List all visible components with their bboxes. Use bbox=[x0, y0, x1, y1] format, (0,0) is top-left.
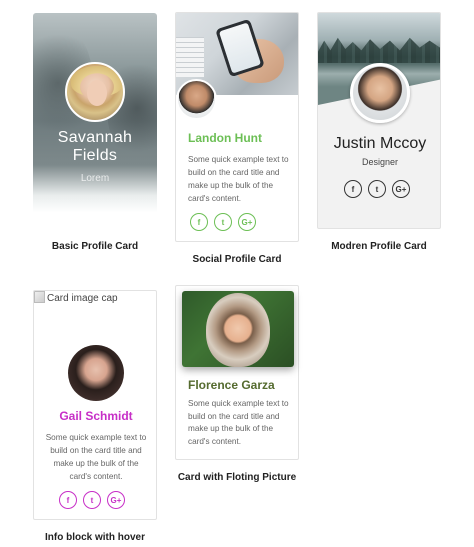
avatar bbox=[350, 63, 410, 123]
twitter-icon[interactable]: t bbox=[83, 491, 101, 509]
social-icons: f t G+ bbox=[59, 491, 125, 509]
facebook-icon[interactable]: f bbox=[344, 180, 362, 198]
social-icons: f t G+ bbox=[344, 180, 410, 198]
caption-modern-profile-card: Modren Profile Card bbox=[331, 241, 427, 252]
twitter-icon[interactable]: t bbox=[368, 180, 386, 198]
facebook-icon[interactable]: f bbox=[190, 213, 208, 231]
profile-name-line1: Savannah bbox=[57, 129, 133, 146]
modern-profile-card[interactable]: Justin Mccoy Designer f t G+ bbox=[317, 12, 441, 229]
phone-image bbox=[215, 18, 265, 78]
twitter-icon[interactable]: t bbox=[214, 213, 232, 231]
google-plus-icon[interactable]: G+ bbox=[238, 213, 256, 231]
social-icons: f t G+ bbox=[190, 213, 256, 231]
broken-image-icon bbox=[34, 291, 45, 303]
keyboard-image bbox=[176, 37, 204, 77]
caption-social-profile-card: Social Profile Card bbox=[192, 254, 282, 265]
profile-name: Savannah Fields bbox=[33, 129, 157, 165]
avatar-face bbox=[87, 80, 107, 106]
card-text: Some quick example text to build on the … bbox=[188, 399, 289, 446]
avatar bbox=[65, 62, 125, 122]
avatar bbox=[68, 345, 124, 401]
broken-image-alt: Card image cap bbox=[47, 293, 118, 304]
profile-cards-page: Savannah Fields Lorem Basic Profile Card… bbox=[0, 0, 474, 547]
floating-image bbox=[182, 291, 294, 367]
profile-role: Designer bbox=[361, 157, 399, 167]
profile-name: Gail Schmidt bbox=[59, 409, 133, 423]
info-block-card[interactable]: Card image cap Gail Schmidt Some quick e… bbox=[33, 290, 157, 520]
forest-image bbox=[318, 37, 440, 63]
caption-floating-picture-card: Card with Floting Picture bbox=[177, 472, 297, 483]
avatar bbox=[176, 79, 217, 120]
profile-name-line2: Fields bbox=[72, 147, 118, 164]
google-plus-icon[interactable]: G+ bbox=[392, 180, 410, 198]
caption-basic-profile-card: Basic Profile Card bbox=[51, 241, 139, 252]
facebook-icon[interactable]: f bbox=[59, 491, 77, 509]
profile-name: Justin Mccoy bbox=[333, 135, 427, 152]
profile-name: Florence Garza bbox=[188, 378, 275, 392]
google-plus-icon[interactable]: G+ bbox=[107, 491, 125, 509]
card-text: Some quick example text to build on the … bbox=[188, 155, 289, 203]
card-text: Some quick example text to build on the … bbox=[45, 433, 147, 481]
social-profile-card[interactable]: Landon Hunt Some quick example text to b… bbox=[175, 12, 299, 242]
floating-picture-card[interactable]: Florence Garza Some quick example text t… bbox=[175, 285, 299, 460]
child-photo bbox=[206, 293, 270, 367]
profile-name: Landon Hunt bbox=[188, 131, 262, 145]
caption-info-block: Info block with hover bbox=[44, 532, 145, 543]
profile-subtitle: Lorem bbox=[80, 173, 110, 184]
basic-profile-card[interactable]: Savannah Fields Lorem bbox=[33, 13, 157, 230]
broken-image: Card image cap bbox=[34, 291, 118, 304]
